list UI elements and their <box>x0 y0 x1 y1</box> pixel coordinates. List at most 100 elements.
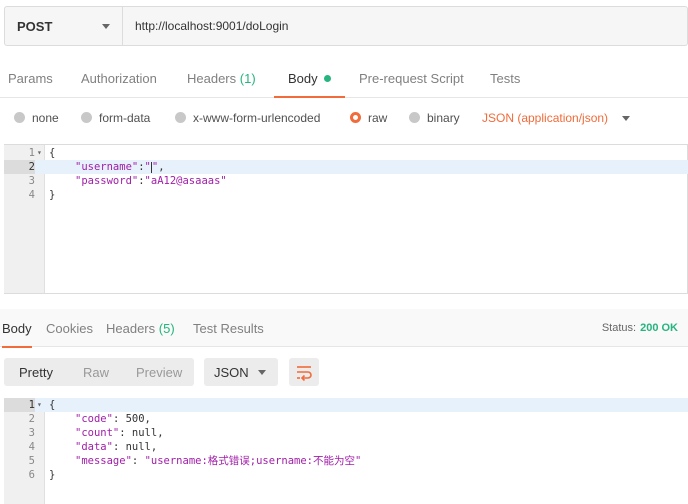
radio-urlencoded[interactable]: x-www-form-urlencoded <box>175 111 320 125</box>
tab-tests[interactable]: Tests <box>490 60 520 98</box>
url-bar: POST http://localhost:9001/doLogin <box>4 6 688 46</box>
modified-dot-icon <box>323 75 331 82</box>
view-raw-button[interactable]: Raw <box>83 358 109 386</box>
radio-form-data-label: form-data <box>99 111 151 125</box>
json-key: "code" <box>75 413 113 425</box>
json-value: "username:格式错误;username:不能为空" <box>144 455 362 467</box>
radio-raw-label: raw <box>368 111 388 125</box>
line-number: 6 <box>28 469 35 481</box>
json-rest: : null, <box>112 441 158 453</box>
radio-none-label: none <box>32 111 59 125</box>
line-number: 5 <box>28 455 35 467</box>
line-number: 1 <box>28 147 35 159</box>
radio-binary[interactable]: binary <box>409 111 460 125</box>
request-tabs: Params Authorization Headers (1) Body Pr… <box>0 60 688 98</box>
res-tab-test-results-label: Test Results <box>193 320 264 336</box>
response-tabs: Body Cookies Headers (5) Test Results St… <box>0 309 688 348</box>
wrap-lines-button[interactable] <box>289 358 319 386</box>
view-pretty-button[interactable]: Pretty <box>19 358 53 386</box>
editor-line: 4} <box>4 188 688 202</box>
tab-headers[interactable]: Headers (1) <box>187 60 256 98</box>
tab-tests-label: Tests <box>490 71 521 86</box>
json-sep: : <box>131 455 145 467</box>
status-badge: 200 OK <box>640 322 678 334</box>
json-value: "aA12@asaaas" <box>144 175 227 187</box>
viewer-line: 2 "code": 500, <box>4 412 688 426</box>
editor-line-active: 2 "username":"", <box>4 160 688 174</box>
json-key: "data" <box>75 441 113 453</box>
editor-line: 1 ▾ { <box>4 146 688 160</box>
line-number: 3 <box>28 175 35 187</box>
viewer-line: 3 "count": null, <box>4 426 688 440</box>
fold-arrow-icon[interactable]: ▾ <box>37 146 42 160</box>
tab-body-label: Body <box>288 71 318 86</box>
res-tab-headers[interactable]: Headers (5) <box>106 309 175 347</box>
viewer-line: 4 "data": null, <box>4 440 688 454</box>
format-select[interactable]: JSON <box>204 358 278 386</box>
response-status: Status: 200 OK <box>602 309 678 347</box>
chevron-down-icon <box>622 115 631 121</box>
status-label: Status: <box>601 322 637 334</box>
tab-authorization-label: Authorization <box>81 71 157 86</box>
radio-icon <box>14 111 25 123</box>
view-preview-label: Preview <box>136 364 183 380</box>
radio-none[interactable]: none <box>14 111 59 125</box>
tab-pre-request-label: Pre-request Script <box>359 71 464 86</box>
json-key: "password" <box>75 175 139 187</box>
json-key: "count" <box>75 427 120 439</box>
radio-icon <box>81 111 92 123</box>
chevron-down-icon <box>258 370 266 375</box>
editor-line: 3 "password":"aA12@asaaas" <box>4 174 688 188</box>
url-text: http://localhost:9001/doLogin <box>135 19 289 33</box>
radio-icon <box>409 111 420 123</box>
line-code: { <box>49 147 56 159</box>
line-number: 2 <box>28 413 35 425</box>
format-label: JSON <box>214 364 249 380</box>
res-tab-headers-count: (5) <box>158 320 175 336</box>
json-tail: , <box>158 161 165 173</box>
res-tab-cookies[interactable]: Cookies <box>46 309 93 347</box>
radio-icon <box>175 111 186 123</box>
radio-binary-label: binary <box>427 111 460 125</box>
line-code: "password":"aA12@asaaas" <box>75 174 227 188</box>
res-tab-headers-label: Headers <box>106 320 156 336</box>
json-rest: : null, <box>119 427 164 439</box>
body-type-options: none form-data x-www-form-urlencoded raw… <box>0 104 688 132</box>
line-number: 4 <box>28 441 35 453</box>
line-number: 4 <box>28 189 35 201</box>
res-tab-body[interactable]: Body <box>2 309 32 348</box>
chevron-down-icon <box>102 24 110 29</box>
viewer-line: 6} <box>4 468 688 482</box>
res-tab-cookies-label: Cookies <box>46 320 93 336</box>
view-raw-label: Raw <box>83 364 110 380</box>
line-number: 2 <box>4 160 35 174</box>
tab-pre-request-script[interactable]: Pre-request Script <box>359 60 464 98</box>
line-code: } <box>49 469 56 481</box>
view-preview-button[interactable]: Preview <box>136 358 182 386</box>
line-code: { <box>49 399 56 411</box>
content-type-select[interactable]: JSON (application/json) <box>482 111 631 125</box>
json-key: "message" <box>75 455 132 467</box>
line-number: 1 <box>4 398 35 412</box>
fold-arrow-icon[interactable]: ▾ <box>37 398 42 412</box>
wrap-lines-icon <box>297 366 312 382</box>
response-body-viewer[interactable]: 1 ▾{ 2 "code": 500, 3 "count": null, 4 "data… <box>4 398 688 504</box>
line-number: 3 <box>28 427 35 439</box>
radio-form-data[interactable]: form-data <box>81 111 150 125</box>
tab-params[interactable]: Params <box>8 60 53 98</box>
view-pretty-label: Pretty <box>19 364 53 380</box>
tab-authorization[interactable]: Authorization <box>81 60 157 98</box>
tab-headers-label: Headers <box>187 71 237 86</box>
content-type-label: JSON (application/json) <box>482 111 609 125</box>
request-body-editor[interactable]: 1 ▾ { 2 "username":"", 3 "password":"aA12@as… <box>4 144 688 294</box>
line-code: "username":"", <box>75 160 165 174</box>
json-key: "username" <box>75 161 139 173</box>
res-tab-test-results[interactable]: Test Results <box>193 309 264 347</box>
view-mode-segments: Pretty Raw Preview <box>4 358 194 386</box>
radio-raw[interactable]: raw <box>350 111 387 125</box>
method-select[interactable]: POST <box>5 7 123 45</box>
tab-body[interactable]: Body <box>274 60 345 98</box>
url-input[interactable]: http://localhost:9001/doLogin <box>123 7 288 45</box>
line-code: "data": null, <box>75 440 157 454</box>
line-code: } <box>49 189 56 201</box>
